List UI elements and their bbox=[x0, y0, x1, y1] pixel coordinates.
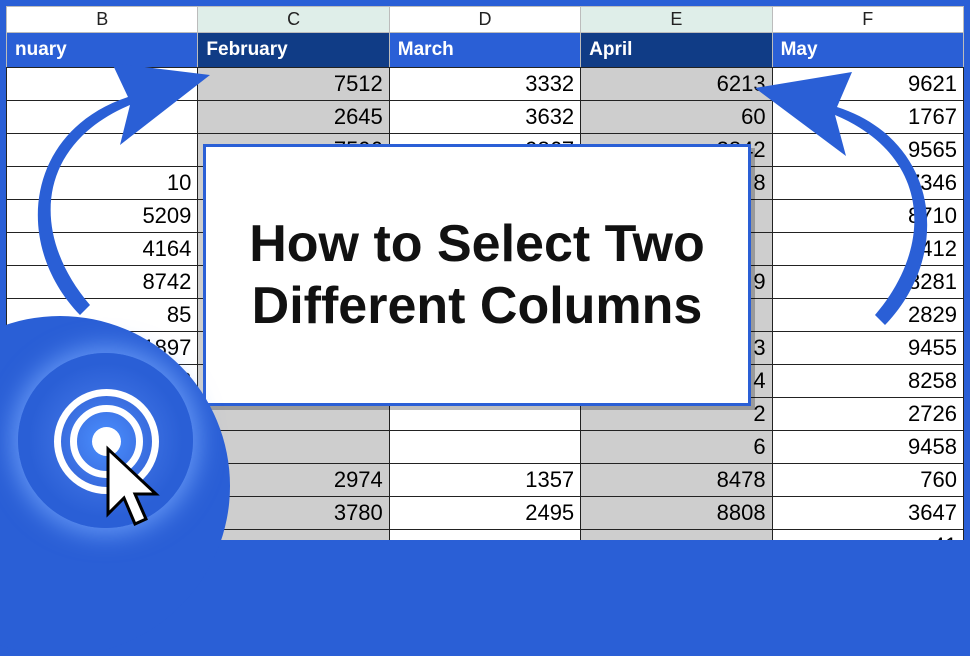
month-header[interactable]: February bbox=[198, 33, 389, 68]
cell[interactable] bbox=[389, 530, 580, 541]
cell[interactable]: 3632 bbox=[389, 101, 580, 134]
cell[interactable]: 60 bbox=[581, 101, 772, 134]
cell[interactable]: 9565 bbox=[772, 134, 963, 167]
cell[interactable]: 9458 bbox=[772, 431, 963, 464]
cell[interactable] bbox=[581, 530, 772, 541]
cell[interactable]: 6 bbox=[581, 431, 772, 464]
cell[interactable]: 5209 bbox=[7, 200, 198, 233]
cell[interactable]: 3332 bbox=[389, 68, 580, 101]
cell[interactable]: 7512 bbox=[198, 68, 389, 101]
cell[interactable]: 10 bbox=[7, 167, 198, 200]
cell[interactable]: 2726 bbox=[772, 398, 963, 431]
month-header[interactable]: May bbox=[772, 33, 963, 68]
cell[interactable]: 8808 bbox=[581, 497, 772, 530]
cell[interactable] bbox=[389, 431, 580, 464]
cell[interactable]: 2495 bbox=[389, 497, 580, 530]
cell[interactable]: 8742 bbox=[7, 266, 198, 299]
cell[interactable]: 8710 bbox=[772, 200, 963, 233]
cell[interactable] bbox=[7, 134, 198, 167]
cell[interactable]: 4164 bbox=[7, 233, 198, 266]
cell[interactable]: 7346 bbox=[772, 167, 963, 200]
cell[interactable]: 41 bbox=[772, 530, 963, 541]
month-header[interactable]: April bbox=[581, 33, 772, 68]
cell[interactable]: 1767 bbox=[772, 101, 963, 134]
cell[interactable]: 6213 bbox=[581, 68, 772, 101]
cell[interactable]: 8478 bbox=[581, 464, 772, 497]
cell[interactable]: 8258 bbox=[772, 365, 963, 398]
table-row: 6807512333262139621 bbox=[7, 68, 964, 101]
column-header-row: BCDEF bbox=[7, 7, 964, 33]
column-header-F[interactable]: F bbox=[772, 7, 963, 33]
cell[interactable]: 8281 bbox=[772, 266, 963, 299]
cell[interactable]: 2829 bbox=[772, 299, 963, 332]
cell[interactable] bbox=[198, 530, 389, 541]
column-header-D[interactable]: D bbox=[389, 7, 580, 33]
month-header[interactable]: nuary bbox=[7, 33, 198, 68]
cell[interactable]: 2645 bbox=[198, 101, 389, 134]
cell[interactable]: 9455 bbox=[772, 332, 963, 365]
cell[interactable]: 412 bbox=[772, 233, 963, 266]
month-header[interactable]: March bbox=[389, 33, 580, 68]
cell[interactable]: 680 bbox=[7, 68, 198, 101]
column-header-E[interactable]: E bbox=[581, 7, 772, 33]
column-header-C[interactable]: C bbox=[198, 7, 389, 33]
overlay-title-text: How to Select Two Different Columns bbox=[216, 213, 738, 338]
cursor-icon bbox=[98, 444, 168, 534]
month-header-row: nuaryFebruaryMarchAprilMay bbox=[7, 33, 964, 68]
column-header-B[interactable]: B bbox=[7, 7, 198, 33]
table-row: 26453632601767 bbox=[7, 101, 964, 134]
cell[interactable]: 760 bbox=[772, 464, 963, 497]
overlay-title-card: How to Select Two Different Columns bbox=[203, 144, 751, 406]
cell[interactable] bbox=[7, 101, 198, 134]
cell[interactable]: 3647 bbox=[772, 497, 963, 530]
cell[interactable]: 9621 bbox=[772, 68, 963, 101]
cell[interactable]: 1357 bbox=[389, 464, 580, 497]
